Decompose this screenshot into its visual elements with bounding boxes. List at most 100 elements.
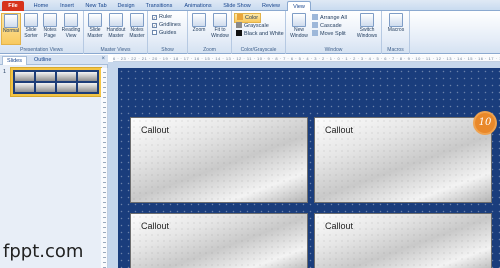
handout-master-icon xyxy=(109,13,123,27)
callout-text[interactable]: Callout xyxy=(325,221,353,231)
callout-box[interactable]: Callout xyxy=(130,213,308,268)
group-label: Show xyxy=(161,47,174,53)
fit-to-window-icon xyxy=(213,13,227,27)
ruler-tick xyxy=(103,152,106,153)
ruler-tick xyxy=(103,162,106,163)
move-split-button[interactable]: Move Split xyxy=(312,30,346,38)
ruler-tick xyxy=(103,232,106,233)
tab-home[interactable]: Home xyxy=(30,1,52,11)
ruler-tick xyxy=(103,102,106,103)
macros-button[interactable]: Macros xyxy=(385,13,407,34)
ruler-tick xyxy=(103,242,106,243)
fit-to-window-button[interactable]: Fit to Window xyxy=(209,13,231,39)
tab-new-tab[interactable]: New Tab xyxy=(82,1,110,11)
ruler-tick xyxy=(103,112,106,113)
grayscale-button[interactable]: Grayscale xyxy=(236,22,269,30)
tab-design[interactable]: Design xyxy=(114,1,138,11)
grayscale-swatch-icon xyxy=(236,22,242,28)
checkmark-icon: ✓ xyxy=(152,23,157,28)
cascade-icon xyxy=(312,22,318,28)
reading-view-icon xyxy=(64,13,78,27)
vertical-ruler xyxy=(101,68,108,268)
slide-thumbnail[interactable] xyxy=(10,67,102,97)
zoom-button[interactable]: Zoom xyxy=(190,13,208,34)
switch-windows-button[interactable]: Switch Windows xyxy=(354,13,380,39)
ruler-tick xyxy=(103,217,106,218)
color-swatch-icon xyxy=(237,14,243,20)
tab-animations[interactable]: Animations xyxy=(180,1,216,11)
normal-view-button[interactable]: Normal xyxy=(1,13,21,45)
ruler-tick xyxy=(103,77,106,78)
ruler-tick xyxy=(103,192,106,193)
slide-sorter-button[interactable]: Slide Sorter xyxy=(22,13,40,39)
ruler-tick xyxy=(103,257,106,258)
slide-master-icon xyxy=(88,13,102,27)
thumbnail-callout xyxy=(78,72,97,81)
tab-slides[interactable]: Slides xyxy=(2,56,27,65)
callout-box[interactable]: Callout xyxy=(130,117,308,203)
tab-transitions[interactable]: Transitions xyxy=(142,1,176,11)
ruler-tick xyxy=(103,137,106,138)
tab-outline[interactable]: Outline xyxy=(30,56,55,65)
checkbox-icon xyxy=(152,30,157,35)
ruler-tick xyxy=(103,247,106,248)
ruler-tick xyxy=(103,147,106,148)
reading-view-button[interactable]: Reading View xyxy=(60,13,82,39)
ruler-tick xyxy=(103,237,106,238)
ruler-checkbox[interactable]: ✓ Ruler xyxy=(152,14,172,21)
new-window-button[interactable]: New Window xyxy=(288,13,310,39)
number-badge: 10 xyxy=(473,111,497,135)
group-macros: Macros Macros xyxy=(382,11,410,54)
checkmark-icon: ✓ xyxy=(152,15,157,20)
ruler-tick xyxy=(103,222,106,223)
group-label: Window xyxy=(324,47,343,53)
ruler-tick xyxy=(103,142,106,143)
notes-page-button[interactable]: Notes Page xyxy=(41,13,59,39)
magnifier-icon xyxy=(192,13,206,27)
cascade-button[interactable]: Cascade xyxy=(312,22,342,30)
group-zoom: Zoom Fit to Window Zoom xyxy=(188,11,232,54)
ruler-tick xyxy=(103,212,106,213)
thumbnail-callout xyxy=(15,72,34,81)
group-label: Macros xyxy=(387,47,404,53)
slide-number: 1 xyxy=(3,69,7,75)
move-split-icon xyxy=(312,30,318,36)
tab-slide-show[interactable]: Slide Show xyxy=(220,1,254,11)
slide-canvas[interactable]: Callout Callout Callout Callout xyxy=(118,68,500,268)
ruler-tick xyxy=(103,122,106,123)
ruler-tick xyxy=(103,187,106,188)
group-label: Color/Grayscale xyxy=(240,47,277,53)
slide-sorter-icon xyxy=(24,13,38,27)
black-and-white-button[interactable]: Black and White xyxy=(236,30,284,38)
slide-master-button[interactable]: Slide Master xyxy=(85,13,105,39)
callout-box[interactable]: Callout xyxy=(314,213,492,268)
watermark-text: fppt.com xyxy=(3,241,84,262)
close-icon[interactable]: × xyxy=(101,56,105,62)
handout-master-button[interactable]: Handout Master xyxy=(105,13,127,39)
ruler-tick xyxy=(103,202,106,203)
callout-box[interactable]: Callout xyxy=(314,117,492,203)
group-show: ✓ Ruler ✓ Gridlines Guides Show xyxy=(148,11,188,54)
ruler-tick xyxy=(103,177,106,178)
tab-file[interactable]: File xyxy=(2,1,24,11)
tab-view[interactable]: View xyxy=(287,1,311,11)
ruler-tick xyxy=(103,252,106,253)
ruler-tick xyxy=(103,82,106,83)
group-label: Presentation Views xyxy=(20,47,63,53)
arrange-all-button[interactable]: Arrange All xyxy=(312,14,347,22)
guides-checkbox[interactable]: Guides xyxy=(152,30,176,37)
tab-insert[interactable]: Insert xyxy=(56,1,78,11)
callout-text[interactable]: Callout xyxy=(325,125,353,135)
callout-text[interactable]: Callout xyxy=(141,125,169,135)
thumbnail-callout xyxy=(57,72,76,81)
ruler-tick xyxy=(103,92,106,93)
callout-text[interactable]: Callout xyxy=(141,221,169,231)
gridlines-checkbox[interactable]: ✓ Gridlines xyxy=(152,22,181,29)
thumbnail-callout xyxy=(57,83,76,92)
tab-review[interactable]: Review xyxy=(258,1,284,11)
ruler-tick xyxy=(103,132,106,133)
thumbnail-preview xyxy=(13,70,99,94)
group-master-views: Slide Master Handout Master Notes Master… xyxy=(84,11,148,54)
notes-master-button[interactable]: Notes Master xyxy=(127,13,147,39)
group-label: Master Views xyxy=(100,47,131,53)
